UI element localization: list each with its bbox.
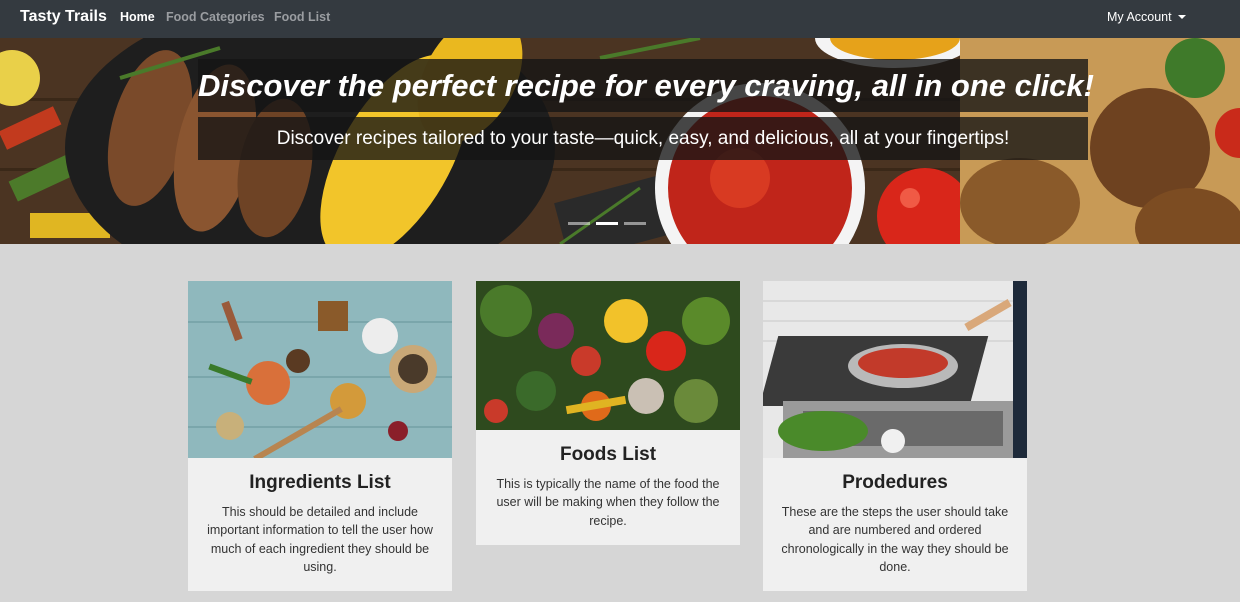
my-account-label: My Account	[1107, 10, 1172, 24]
top-navbar: Tasty Trails Home Food Categories Food L…	[0, 0, 1240, 38]
card-text-procedures: These are the steps the user should take…	[781, 505, 1009, 574]
vegetables-photo-icon	[476, 281, 740, 430]
card-title-procedures: Prodedures	[842, 472, 948, 493]
carousel-indicator-3[interactable]	[624, 222, 646, 225]
cooking-stove-photo-icon	[763, 281, 1027, 458]
carousel-indicators	[568, 222, 648, 226]
card-ingredients-list[interactable]: Ingredients List This should be detailed…	[188, 281, 452, 591]
carousel-indicator-1[interactable]	[568, 222, 590, 225]
nav-link-home[interactable]: Home	[120, 10, 155, 24]
carousel-indicator-2[interactable]	[596, 222, 618, 225]
nav-link-food-list[interactable]: Food List	[274, 10, 330, 24]
hero-title: Discover the perfect recipe for every cr…	[198, 59, 1094, 112]
card-procedures[interactable]: Prodedures These are the steps the user …	[763, 281, 1027, 591]
hero-carousel[interactable]: Discover the perfect recipe for every cr…	[0, 38, 1240, 244]
card-title-ingredients-list: Ingredients List	[249, 472, 391, 493]
hero-subtitle: Discover recipes tailored to your taste—…	[198, 117, 1088, 160]
caret-down-icon	[1177, 15, 1186, 19]
spices-photo-icon	[188, 281, 452, 458]
card-title-foods-list: Foods List	[559, 444, 657, 465]
my-account-dropdown[interactable]: My Account	[1107, 10, 1186, 24]
card-foods-list[interactable]: Foods List This is typically the name of…	[476, 281, 740, 545]
card-text-foods-list: This is typically the name of the food t…	[496, 477, 720, 528]
card-text-ingredients-list: This should be detailed and include impo…	[207, 505, 433, 574]
brand-logo[interactable]: Tasty Trails	[20, 8, 107, 26]
nav-link-food-categories[interactable]: Food Categories	[166, 10, 265, 24]
